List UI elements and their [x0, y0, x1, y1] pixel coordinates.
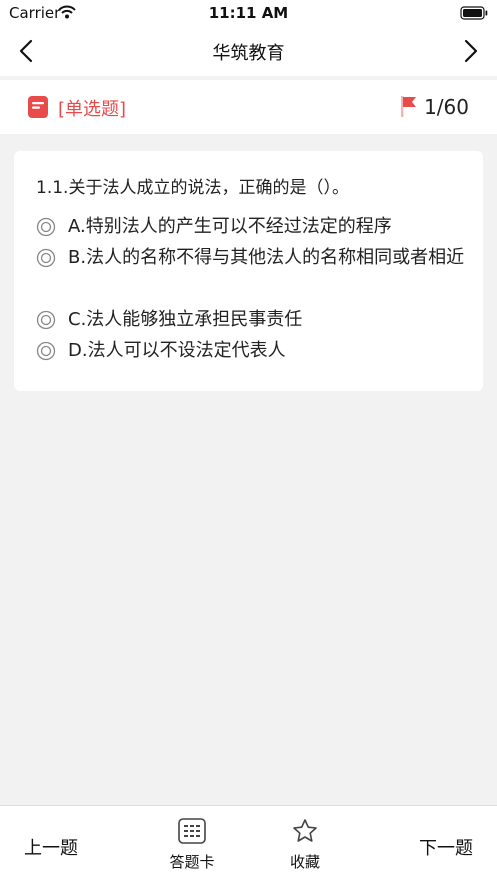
next-question-button[interactable]: 下一题 [419, 834, 473, 860]
option-b[interactable]: B.法人的名称不得与其他法人的名称相同或者相近 [36, 242, 466, 273]
radio-icon [36, 247, 56, 278]
star-icon [293, 819, 317, 842]
document-icon [28, 96, 48, 122]
page-title: 华筑教育 [212, 43, 285, 64]
nav-bar: 华筑教育 [0, 26, 497, 76]
option-label: A.特别法人的产生可以不经过法定的程序 [68, 216, 392, 237]
answer-card-button[interactable]: 答题卡 [157, 818, 227, 872]
grid-icon [178, 818, 206, 844]
question-card: 1.1.关于法人成立的说法，正确的是（）。 A.特别法人的产生可以不经过法定的程… [14, 151, 483, 391]
option-label: C.法人能够独立承担民事责任 [68, 309, 303, 330]
option-label: D.法人可以不设法定代表人 [68, 340, 286, 361]
option-d[interactable]: D.法人可以不设法定代表人 [36, 335, 466, 366]
question-progress: 1/60 [424, 95, 469, 119]
forward-button[interactable] [457, 38, 483, 64]
favorite-button[interactable]: 收藏 [270, 818, 340, 872]
question-header: [单选题] 1/60 [0, 80, 497, 134]
option-c[interactable]: C.法人能够独立承担民事责任 [36, 304, 466, 335]
option-a[interactable]: A.特别法人的产生可以不经过法定的程序 [36, 211, 466, 242]
bottom-toolbar: 上一题 答题卡 收藏 下一题 [0, 805, 497, 884]
chevron-right-icon [464, 39, 478, 63]
battery-icon [460, 5, 488, 24]
previous-question-button[interactable]: 上一题 [24, 834, 78, 860]
answer-card-label: 答题卡 [169, 853, 215, 871]
flag-icon [399, 95, 419, 123]
question-stem: 1.1.关于法人成立的说法，正确的是（）。 [36, 178, 349, 198]
option-label: B.法人的名称不得与其他法人的名称相同或者相近 [68, 247, 465, 268]
favorite-label: 收藏 [289, 853, 320, 871]
clock-time: 11:11 AM [208, 4, 289, 22]
question-type-label: [单选题] [58, 99, 127, 120]
radio-icon [36, 340, 56, 371]
status-bar: Carrier 11:11 AM [0, 0, 497, 26]
